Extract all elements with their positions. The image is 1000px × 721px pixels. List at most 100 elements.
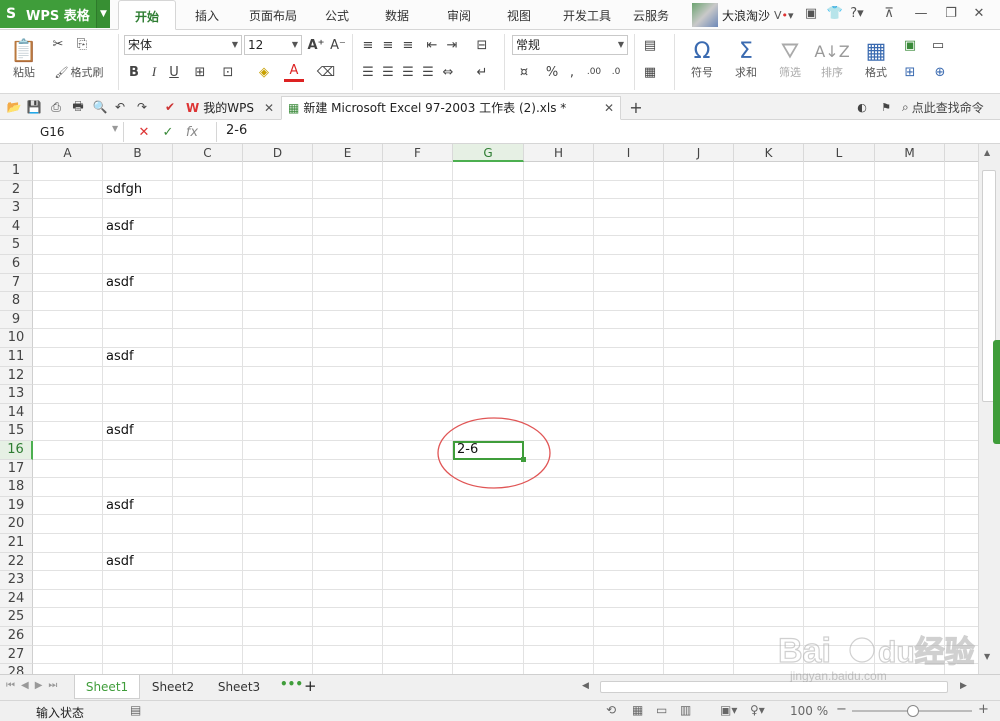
row-header-4[interactable]: 4 <box>0 217 33 237</box>
align-top-icon[interactable]: ≡ <box>358 35 378 55</box>
indent-decrease-icon[interactable]: ⇤ <box>422 35 442 55</box>
tab-my-wps[interactable]: W 我的WPS ✕ <box>180 96 280 120</box>
justify-icon[interactable]: ☰ <box>418 62 438 82</box>
tab-developer[interactable]: 开发工具 <box>556 0 618 30</box>
tab-workbook[interactable]: ▦ 新建 Microsoft Excel 97-2003 工作表 (2).xls… <box>281 96 621 120</box>
increase-font-icon[interactable]: A⁺ <box>306 35 326 55</box>
window-minimize-icon[interactable]: — <box>912 5 930 23</box>
row-header-18[interactable]: 18 <box>0 478 33 497</box>
cancel-icon[interactable]: ✕ <box>134 122 154 142</box>
horizontal-scroll-thumb[interactable] <box>600 681 948 693</box>
tab-formulas[interactable]: 公式 <box>314 0 360 30</box>
row-header-17[interactable]: 17 <box>0 459 33 479</box>
row-header-22[interactable]: 22 <box>0 552 33 572</box>
column-header-a[interactable]: A <box>33 144 103 162</box>
row-header-27[interactable]: 27 <box>0 645 33 665</box>
eye-protect-icon[interactable]: ♀▾ <box>750 703 765 717</box>
column-header-j[interactable]: J <box>664 144 734 162</box>
zoom-in-icon[interactable]: + <box>978 702 989 717</box>
vertical-scrollbar[interactable]: ▲ ▼ <box>978 144 1000 674</box>
row-header-20[interactable]: 20 <box>0 515 33 534</box>
page-break-view-icon[interactable]: ▥ <box>680 703 691 717</box>
currency-icon[interactable]: ¤ <box>514 62 534 82</box>
column-header-f[interactable]: F <box>383 144 453 162</box>
shirt-icon[interactable]: 👕 <box>826 5 844 23</box>
column-header-h[interactable]: H <box>524 144 594 162</box>
copy-icon[interactable]: ⎘ <box>72 34 92 54</box>
number-format-select[interactable]: 常规 ▼ <box>512 35 628 55</box>
column-header-d[interactable]: D <box>243 144 313 162</box>
export-pdf-icon[interactable]: ⎙ <box>46 97 66 117</box>
rows-columns-icon[interactable]: ▣ <box>900 35 920 55</box>
font-name-select[interactable]: 宋体 ▼ <box>124 35 242 55</box>
scroll-up-icon[interactable]: ▲ <box>984 148 990 157</box>
insert-function-icon[interactable]: fx <box>182 122 202 142</box>
symbol-button[interactable]: Ω 符号 <box>682 34 722 86</box>
cut-icon[interactable]: ✂ <box>48 34 68 54</box>
cell-b22[interactable]: asdf <box>103 553 173 572</box>
row-header-5[interactable]: 5 <box>0 236 33 255</box>
underline-button[interactable]: U <box>164 62 184 82</box>
tab-home[interactable]: 开始 <box>118 0 176 30</box>
italic-button[interactable]: I <box>144 62 164 82</box>
distribute-icon[interactable]: ⇔ <box>438 62 458 82</box>
sheet-tab-1[interactable]: Sheet1 <box>74 675 140 699</box>
add-sheet-icon[interactable]: + <box>304 677 317 695</box>
column-header-k[interactable]: K <box>734 144 804 162</box>
cell-b11[interactable]: asdf <box>103 348 173 367</box>
row-header-2[interactable]: 2 <box>0 180 33 200</box>
indent-increase-icon[interactable]: ⇥ <box>442 35 462 55</box>
cell-b4[interactable]: asdf <box>103 218 173 237</box>
user-account[interactable]: 大浪淘沙 V•▾ <box>692 3 794 27</box>
cell-style-icon[interactable]: ▦ <box>640 62 660 82</box>
row-header-1[interactable]: 1 <box>0 162 33 181</box>
row-header-23[interactable]: 23 <box>0 571 33 590</box>
percent-button[interactable]: % <box>542 62 562 82</box>
bold-button[interactable]: B <box>124 62 144 82</box>
tab-data[interactable]: 数据 <box>374 0 420 30</box>
scroll-left-icon[interactable]: ◀ <box>582 681 589 691</box>
comma-button[interactable]: , <box>562 62 582 82</box>
row-header-21[interactable]: 21 <box>0 534 33 553</box>
tab-view[interactable]: 视图 <box>496 0 542 30</box>
merge-icon[interactable]: ⊡ <box>218 62 238 82</box>
close-icon[interactable]: ✕ <box>604 97 614 119</box>
more-sheets-icon[interactable]: ••• <box>280 677 303 691</box>
column-header-b[interactable]: B <box>103 144 173 162</box>
column-header-l[interactable]: L <box>804 144 875 162</box>
close-icon[interactable]: ✕ <box>264 97 274 119</box>
cell-b15[interactable]: asdf <box>103 422 173 441</box>
cell-b19[interactable]: asdf <box>103 497 173 516</box>
column-header-e[interactable]: E <box>313 144 383 162</box>
sort-button[interactable]: A↓Z 排序 <box>812 34 852 86</box>
row-header-16[interactable]: 16 <box>0 441 33 460</box>
column-header-g[interactable]: G <box>453 144 524 162</box>
wrap-text-icon[interactable]: ↵ <box>472 62 492 82</box>
app-menu-button[interactable]: S WPS 表格 ▼ <box>0 0 110 28</box>
merge-center-icon[interactable]: ⊟ <box>472 35 492 55</box>
spreadsheet-grid[interactable]: ABCDEFGHIJKLM 1 2 3 4 5 6 7 8 9 10 11 12 13 14 15 16 17 1… <box>0 144 978 674</box>
row-header-26[interactable]: 26 <box>0 627 33 646</box>
row-header-24[interactable]: 24 <box>0 589 33 609</box>
reading-mode-icon[interactable]: ▣▾ <box>720 703 737 717</box>
align-center-icon[interactable]: ☰ <box>378 62 398 82</box>
clear-format-icon[interactable]: ⌫ <box>316 62 336 82</box>
cell-b2[interactable]: sdfgh <box>103 181 173 200</box>
row-header-25[interactable]: 25 <box>0 608 33 627</box>
row-header-28[interactable]: 28 <box>0 664 33 674</box>
send-icon[interactable]: ⚑ <box>876 97 896 117</box>
worksheet-icon[interactable]: ▭ <box>928 35 948 55</box>
row-header-3[interactable]: 3 <box>0 199 33 218</box>
row-header-10[interactable]: 10 <box>0 329 33 348</box>
folder-icon[interactable]: 📂 <box>4 97 24 117</box>
column-header-c[interactable]: C <box>173 144 243 162</box>
sheet-tab-2[interactable]: Sheet2 <box>140 675 206 699</box>
tab-page-layout[interactable]: 页面布局 <box>240 0 306 30</box>
name-box[interactable]: G16 <box>0 122 124 142</box>
column-header-i[interactable]: I <box>594 144 664 162</box>
help-icon[interactable]: ?▾ <box>848 5 866 23</box>
row-header-9[interactable]: 9 <box>0 310 33 330</box>
freeze-panes-icon[interactable]: ⊞ <box>900 62 920 82</box>
font-color-icon[interactable]: A <box>284 62 304 82</box>
page-layout-view-icon[interactable]: ▭ <box>656 703 667 717</box>
